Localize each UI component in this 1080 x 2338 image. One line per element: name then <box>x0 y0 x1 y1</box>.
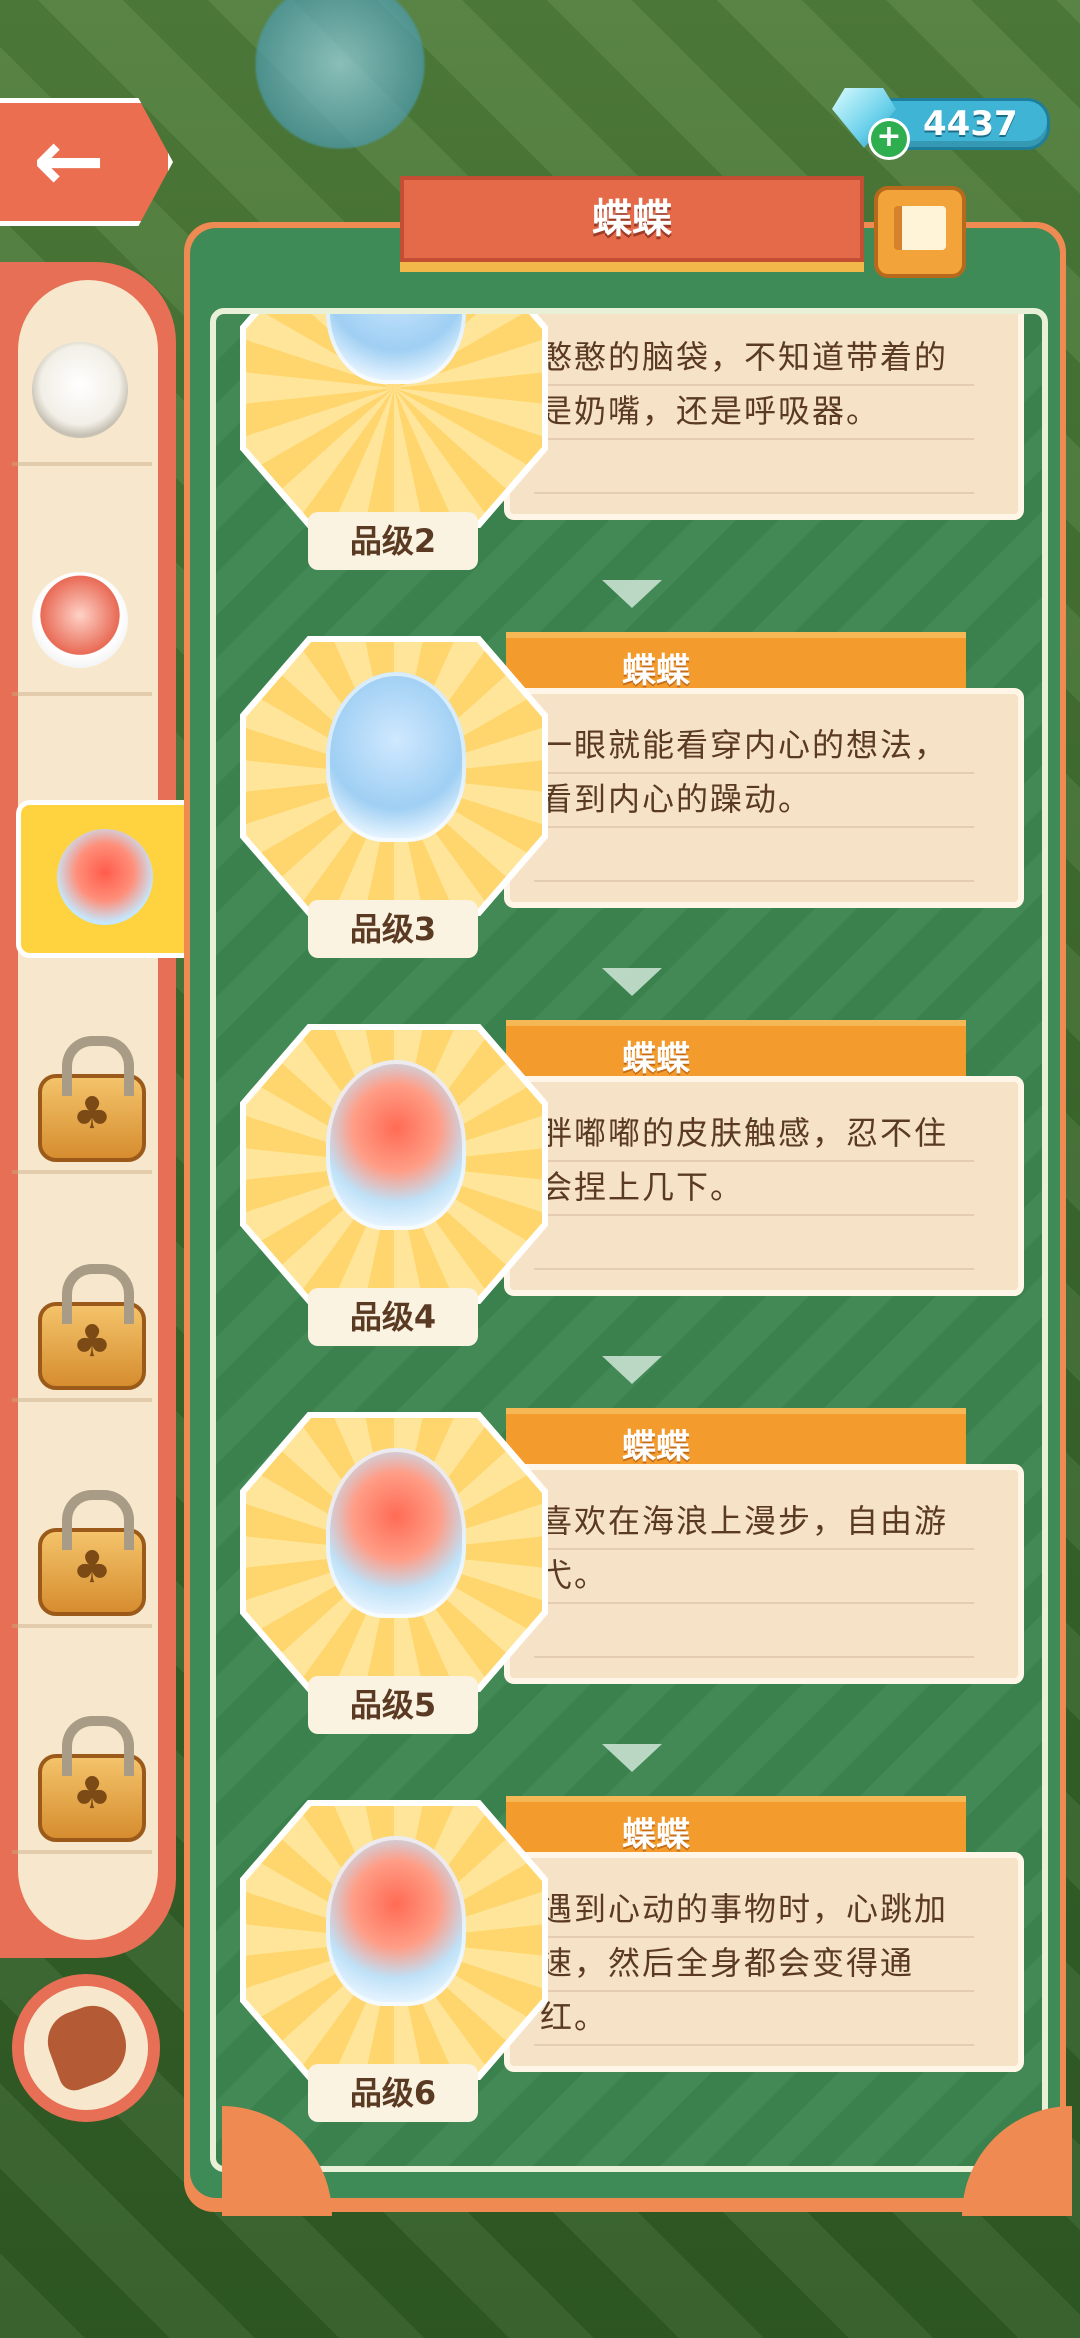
pet-image <box>326 1060 466 1230</box>
add-gems-button[interactable]: + <box>868 118 910 160</box>
grade-label: 品级4 <box>308 1288 478 1346</box>
sidebar-item-sheep[interactable] <box>12 322 152 466</box>
sidebar-item-locked-2[interactable]: ♣ <box>12 1258 152 1402</box>
grade-label: 品级2 <box>308 512 478 570</box>
hand-button[interactable] <box>12 1974 160 2122</box>
pet-description-box: 喜欢在海浪上漫步，自由游弋。 <box>504 1464 1024 1684</box>
pet-stage <box>246 642 542 910</box>
pet-image <box>326 1836 466 2006</box>
page-title: 蝶蝶 <box>592 196 672 242</box>
pet-description: 一眼就能看穿内心的想法，看到内心的躁动。 <box>540 726 949 818</box>
pet-description: 喜欢在海浪上漫步，自由游弋。 <box>540 1502 949 1594</box>
pet-card-grade-3: 蝶蝶 一眼就能看穿内心的想法，看到内心的躁动。 品级3 <box>240 632 1026 958</box>
sheep-pet-icon <box>32 342 128 438</box>
pet-image <box>326 1448 466 1618</box>
gem-count: 4437 <box>923 104 1018 144</box>
panel-body: 憨憨的脑袋，不知道带着的是奶嘴，还是呼吸器。 品级2 蝶蝶 一眼就能看穿内心的想… <box>190 228 1060 2198</box>
pet-stage <box>246 314 542 522</box>
pet-stage <box>246 1418 542 1686</box>
pet-card-grade-2: 憨憨的脑袋，不知道带着的是奶嘴，还是呼吸器。 品级2 <box>240 314 1026 570</box>
grade-label: 品级3 <box>308 900 478 958</box>
card-scroll-area[interactable]: 憨憨的脑袋，不知道带着的是奶嘴，还是呼吸器。 品级2 蝶蝶 一眼就能看穿内心的想… <box>210 308 1048 2172</box>
book-icon <box>894 206 946 250</box>
jelly-cat-pet-icon <box>57 829 153 925</box>
padlock-icon: ♣ <box>38 1716 146 1842</box>
padlock-icon: ♣ <box>38 1264 146 1390</box>
pet-description: 憨憨的脑袋，不知道带着的是奶嘴，还是呼吸器。 <box>540 338 949 430</box>
arrow-left-icon: ← <box>32 111 106 211</box>
sidebar-item-locked-4[interactable]: ♣ <box>12 1710 152 1854</box>
background-decoration <box>240 0 440 160</box>
pet-description-box: 遇到心动的事物时，心跳加速，然后全身都会变得通红。 <box>504 1852 1024 2072</box>
pet-stage <box>246 1030 542 1298</box>
sidebar-item-pig[interactable] <box>12 552 152 696</box>
chevron-down-icon <box>602 968 662 996</box>
back-button[interactable]: ← <box>0 98 173 226</box>
pet-card-grade-5: 蝶蝶 喜欢在海浪上漫步，自由游弋。 品级5 <box>240 1408 1026 1734</box>
chevron-down-icon <box>602 1744 662 1772</box>
grade-label: 品级5 <box>308 1676 478 1734</box>
sidebar-item-locked-3[interactable]: ♣ <box>12 1484 152 1628</box>
pet-description-box: 一眼就能看穿内心的想法，看到内心的躁动。 <box>504 688 1024 908</box>
page-title-ribbon: 蝶蝶 <box>400 176 864 262</box>
padlock-icon: ♣ <box>38 1490 146 1616</box>
pet-image <box>326 314 466 384</box>
pet-description: 胖嘟嘟的皮肤触感，忍不住会捏上几下。 <box>540 1114 949 1206</box>
chevron-down-icon <box>602 1356 662 1384</box>
grade-label: 品级6 <box>308 2064 478 2122</box>
padlock-icon: ♣ <box>38 1036 146 1162</box>
hand-pointer-icon <box>39 1997 137 2095</box>
pet-description-box: 憨憨的脑袋，不知道带着的是奶嘴，还是呼吸器。 <box>504 314 1024 520</box>
chevron-down-icon <box>602 580 662 608</box>
pet-description: 遇到心动的事物时，心跳加速，然后全身都会变得通红。 <box>540 1890 949 2036</box>
pig-pet-icon <box>32 572 128 668</box>
sidebar-item-locked-1[interactable]: ♣ <box>12 1030 152 1174</box>
pet-card-grade-4: 蝶蝶 胖嘟嘟的皮肤触感，忍不住会捏上几下。 品级4 <box>240 1020 1026 1346</box>
pet-card-grade-6: 蝶蝶 遇到心动的事物时，心跳加速，然后全身都会变得通红。 品级6 <box>240 1796 1026 2122</box>
pet-detail-panel: 憨憨的脑袋，不知道带着的是奶嘴，还是呼吸器。 品级2 蝶蝶 一眼就能看穿内心的想… <box>184 222 1066 2212</box>
pet-image <box>326 672 466 842</box>
pet-stage <box>246 1806 542 2074</box>
pet-description-box: 胖嘟嘟的皮肤触感，忍不住会捏上几下。 <box>504 1076 1024 1296</box>
encyclopedia-button[interactable] <box>874 186 966 278</box>
sidebar-item-jelly-cat[interactable] <box>16 800 202 958</box>
